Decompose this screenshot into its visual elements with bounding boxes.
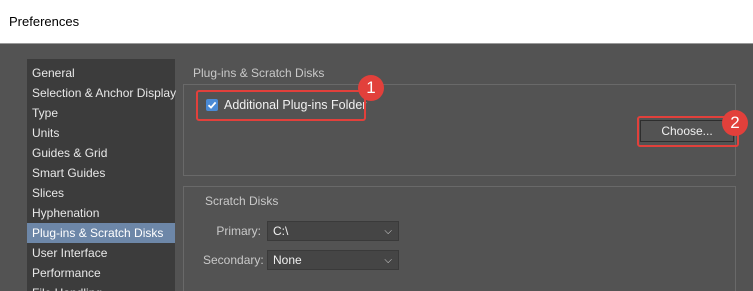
scratch-disks-heading: Scratch Disks — [205, 194, 279, 208]
window-title: Preferences — [9, 14, 80, 29]
preferences-window: Preferences General Selection & Anchor Di… — [0, 0, 753, 291]
title-bar: Preferences — [0, 0, 753, 44]
primary-label: Primary: — [216, 224, 261, 238]
highlight-box-checkbox — [196, 90, 366, 121]
sidebar-item-type[interactable]: Type — [27, 103, 175, 123]
chevron-down-icon: ⌵ — [384, 226, 392, 237]
sidebar-item-slices[interactable]: Slices — [27, 183, 175, 203]
sidebar-item-hyphenation[interactable]: Hyphenation — [27, 203, 175, 223]
secondary-label: Secondary: — [203, 253, 264, 267]
primary-value: C:\ — [273, 224, 289, 238]
secondary-value: None — [273, 253, 302, 267]
sidebar-item-selection-anchor-display[interactable]: Selection & Anchor Display — [27, 83, 176, 103]
annotation-badge-1: 1 — [358, 75, 384, 101]
sidebar-item-general[interactable]: General — [27, 63, 175, 83]
secondary-select[interactable]: None ⌵ — [267, 250, 399, 270]
annotation-badge-2: 2 — [722, 110, 748, 136]
chevron-down-icon: ⌵ — [384, 255, 392, 266]
sidebar-item-file-handling[interactable]: File Handling — [27, 283, 175, 291]
sidebar-item-performance[interactable]: Performance — [27, 263, 175, 283]
sidebar-item-units[interactable]: Units — [27, 123, 175, 143]
sidebar-list: General Selection & Anchor Display Type Uni… — [27, 63, 176, 291]
section-heading: Plug-ins & Scratch Disks — [193, 66, 325, 80]
sidebar-item-guides-grid[interactable]: Guides & Grid — [27, 143, 175, 163]
sidebar-item-plug-ins-scratch-disks[interactable]: Plug-ins & Scratch Disks — [27, 223, 175, 243]
sidebar-item-user-interface[interactable]: User Interface — [27, 243, 175, 263]
sidebar-item-smart-guides[interactable]: Smart Guides — [27, 163, 175, 183]
primary-select[interactable]: C:\ ⌵ — [267, 221, 399, 241]
preferences-sidebar: General Selection & Anchor Display Type Uni… — [27, 59, 176, 291]
